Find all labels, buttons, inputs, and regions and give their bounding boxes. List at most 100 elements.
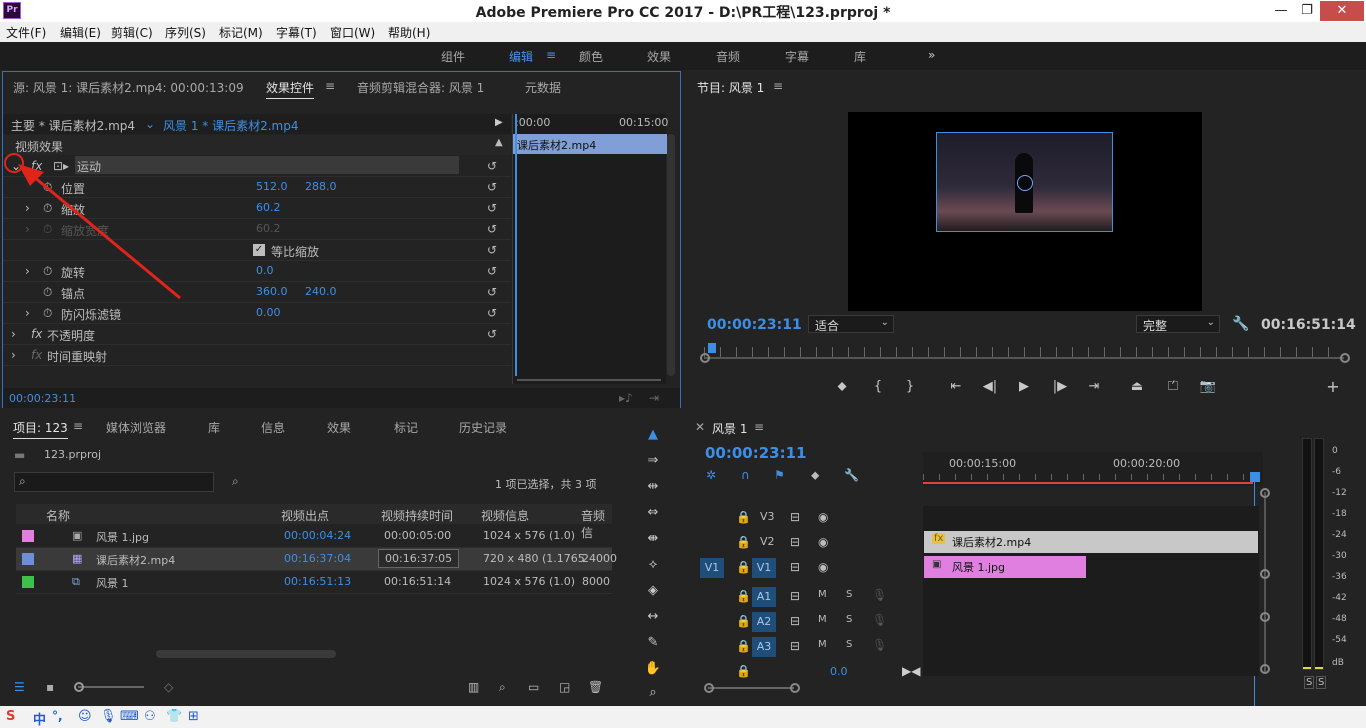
- lock-icon[interactable]: 🔒: [736, 560, 751, 574]
- workspace-assembly[interactable]: 组件: [441, 48, 465, 65]
- sync-lock-icon[interactable]: ⊟: [790, 510, 800, 524]
- tab-info[interactable]: 信息: [261, 419, 285, 436]
- mark-out-icon[interactable]: }: [899, 376, 921, 398]
- wrench-icon[interactable]: 🔧: [1232, 316, 1249, 332]
- track-label[interactable]: A2: [752, 612, 776, 632]
- selection-tool-icon[interactable]: ▲: [642, 424, 664, 446]
- eye-icon[interactable]: ◉: [818, 510, 828, 524]
- close-button[interactable]: ✕: [1320, 1, 1364, 21]
- program-playhead[interactable]: [708, 343, 716, 353]
- timeline-menu-icon[interactable]: ≡: [754, 420, 764, 434]
- sort-icon[interactable]: ◇: [164, 680, 173, 694]
- program-monitor-title[interactable]: 节目: 风景 1: [697, 79, 764, 96]
- stopwatch-icon[interactable]: ⏱: [43, 306, 52, 321]
- step-forward-icon[interactable]: |▶: [1049, 376, 1071, 398]
- project-row[interactable]: ▣ 风景 1.jpg 00:00:04:24 00:00:05:00 1024 …: [16, 525, 612, 548]
- stopwatch-icon[interactable]: ⏱: [43, 264, 52, 279]
- mini-zoom-bar[interactable]: [517, 379, 661, 381]
- project-row[interactable]: ▦ 课后素材2.mp4 00:16:37:04 00:16:37:05 720 …: [16, 548, 617, 571]
- label-color-swatch[interactable]: [22, 576, 34, 588]
- ime-mode[interactable]: 中: [33, 709, 46, 728]
- slide-tool-icon[interactable]: ↔: [642, 606, 664, 628]
- zoom-handle-right[interactable]: [790, 683, 800, 693]
- reset-flicker-icon[interactable]: ↺: [487, 306, 501, 320]
- timeline-ruler[interactable]: 00:00:15:00 00:00:20:00: [923, 452, 1263, 486]
- stopwatch-icon[interactable]: ⏱: [43, 201, 52, 216]
- user-icon[interactable]: ⚇: [144, 709, 156, 724]
- stopwatch-icon[interactable]: ⏱: [43, 285, 52, 300]
- menu-window[interactable]: 窗口(W): [330, 24, 375, 41]
- icon-view-icon[interactable]: ▪: [46, 680, 54, 694]
- rolling-edit-tool-icon[interactable]: ⇔: [642, 502, 664, 524]
- project-search-input[interactable]: ⌕: [14, 472, 214, 492]
- flicker-value[interactable]: 0.00: [256, 306, 281, 319]
- opacity-row[interactable]: › fx 不透明度 ↺: [3, 324, 511, 345]
- sync-lock-icon[interactable]: ⊟: [790, 614, 800, 628]
- tab-history[interactable]: 历史记录: [459, 419, 507, 436]
- linked-selection-icon[interactable]: ⚑: [774, 468, 785, 482]
- workspace-color[interactable]: 颜色: [579, 48, 603, 65]
- expand-chevron-icon[interactable]: ›: [25, 201, 30, 215]
- trash-icon[interactable]: 🗑: [588, 680, 603, 694]
- anchor-x-value[interactable]: 360.0: [256, 285, 288, 298]
- tab-libraries[interactable]: 库: [208, 419, 220, 436]
- menu-title[interactable]: 字幕(T): [276, 24, 317, 41]
- zoom-tool-icon[interactable]: ⌕: [642, 682, 664, 704]
- expand-chevron-icon[interactable]: ›: [25, 264, 30, 278]
- eye-icon[interactable]: ◉: [818, 560, 828, 574]
- item-video-duration[interactable]: 00:16:37:05: [378, 549, 460, 568]
- emoji-icon[interactable]: ☺: [78, 709, 92, 724]
- slider-handle[interactable]: [74, 682, 84, 692]
- lock-icon[interactable]: 🔒: [736, 664, 751, 678]
- mark-in-icon[interactable]: {: [867, 376, 889, 398]
- reset-rotation-icon[interactable]: ↺: [487, 264, 501, 278]
- col-name[interactable]: 名称: [46, 507, 70, 524]
- project-row[interactable]: ⧉ 风景 1 00:16:51:13 00:16:51:14 1024 x 57…: [16, 571, 612, 594]
- rotation-value[interactable]: 0.0: [256, 264, 274, 277]
- col-video-info[interactable]: 视频信息: [481, 507, 529, 524]
- minimize-button[interactable]: —: [1268, 1, 1294, 21]
- play-arrow-icon[interactable]: ▶: [495, 117, 503, 128]
- rate-stretch-tool-icon[interactable]: ⇼: [642, 528, 664, 550]
- sogou-logo-icon[interactable]: S: [6, 709, 15, 724]
- workspace-editing[interactable]: 编辑: [509, 48, 533, 65]
- expand-chevron-icon[interactable]: ›: [11, 327, 16, 341]
- go-to-in-icon[interactable]: ⇤: [945, 376, 967, 398]
- ime-punctuation[interactable]: °,: [52, 709, 63, 723]
- solo-left-button[interactable]: S: [1304, 676, 1315, 689]
- fx-icon[interactable]: fx: [31, 327, 42, 341]
- new-bin-icon[interactable]: ▭: [528, 680, 539, 694]
- solo-button[interactable]: S: [846, 589, 852, 600]
- label-color-swatch[interactable]: [22, 553, 34, 565]
- program-timecode[interactable]: 00:00:23:11: [707, 317, 802, 333]
- master-volume-value[interactable]: 0.0: [830, 665, 848, 678]
- mute-button[interactable]: M: [818, 639, 827, 650]
- workspace-libraries[interactable]: 库: [854, 48, 866, 65]
- sequence-clip-label[interactable]: 风景 1 * 课后素材2.mp4: [163, 117, 298, 134]
- expand-chevron-icon[interactable]: ›: [25, 306, 30, 320]
- menu-clip[interactable]: 剪辑(C): [111, 24, 153, 41]
- close-sequence-icon[interactable]: ✕: [695, 420, 705, 434]
- tab-media-browser[interactable]: 媒体浏览器: [106, 419, 166, 436]
- reset-position-icon[interactable]: ↺: [487, 180, 501, 194]
- ripple-edit-tool-icon[interactable]: ⇹: [642, 476, 664, 498]
- scroll-handle-top[interactable]: [1260, 488, 1270, 498]
- lock-icon[interactable]: 🔒: [736, 589, 751, 603]
- timeline-timecode[interactable]: 00:00:23:11: [705, 444, 807, 462]
- hand-tool-icon[interactable]: ✋: [642, 658, 664, 680]
- workspace-titles[interactable]: 字幕: [785, 48, 809, 65]
- scale-value[interactable]: 60.2: [256, 201, 281, 214]
- lock-icon[interactable]: 🔒: [736, 639, 751, 653]
- restore-button[interactable]: ❐: [1294, 1, 1320, 21]
- track-label[interactable]: V1: [752, 558, 776, 578]
- position-y-value[interactable]: 288.0: [305, 180, 337, 193]
- tab-audio-mixer[interactable]: 音频剪辑混合器: 风景 1: [357, 79, 484, 96]
- mini-playhead[interactable]: [515, 114, 517, 376]
- playhead-handle[interactable]: [1250, 472, 1260, 482]
- menu-sequence[interactable]: 序列(S): [165, 24, 206, 41]
- anchor-y-value[interactable]: 240.0: [305, 285, 337, 298]
- work-area-bar[interactable]: [923, 482, 1253, 484]
- source-patch-v1[interactable]: V1: [700, 558, 724, 578]
- track-label[interactable]: V2: [760, 535, 775, 548]
- add-button-icon[interactable]: +: [1322, 376, 1344, 398]
